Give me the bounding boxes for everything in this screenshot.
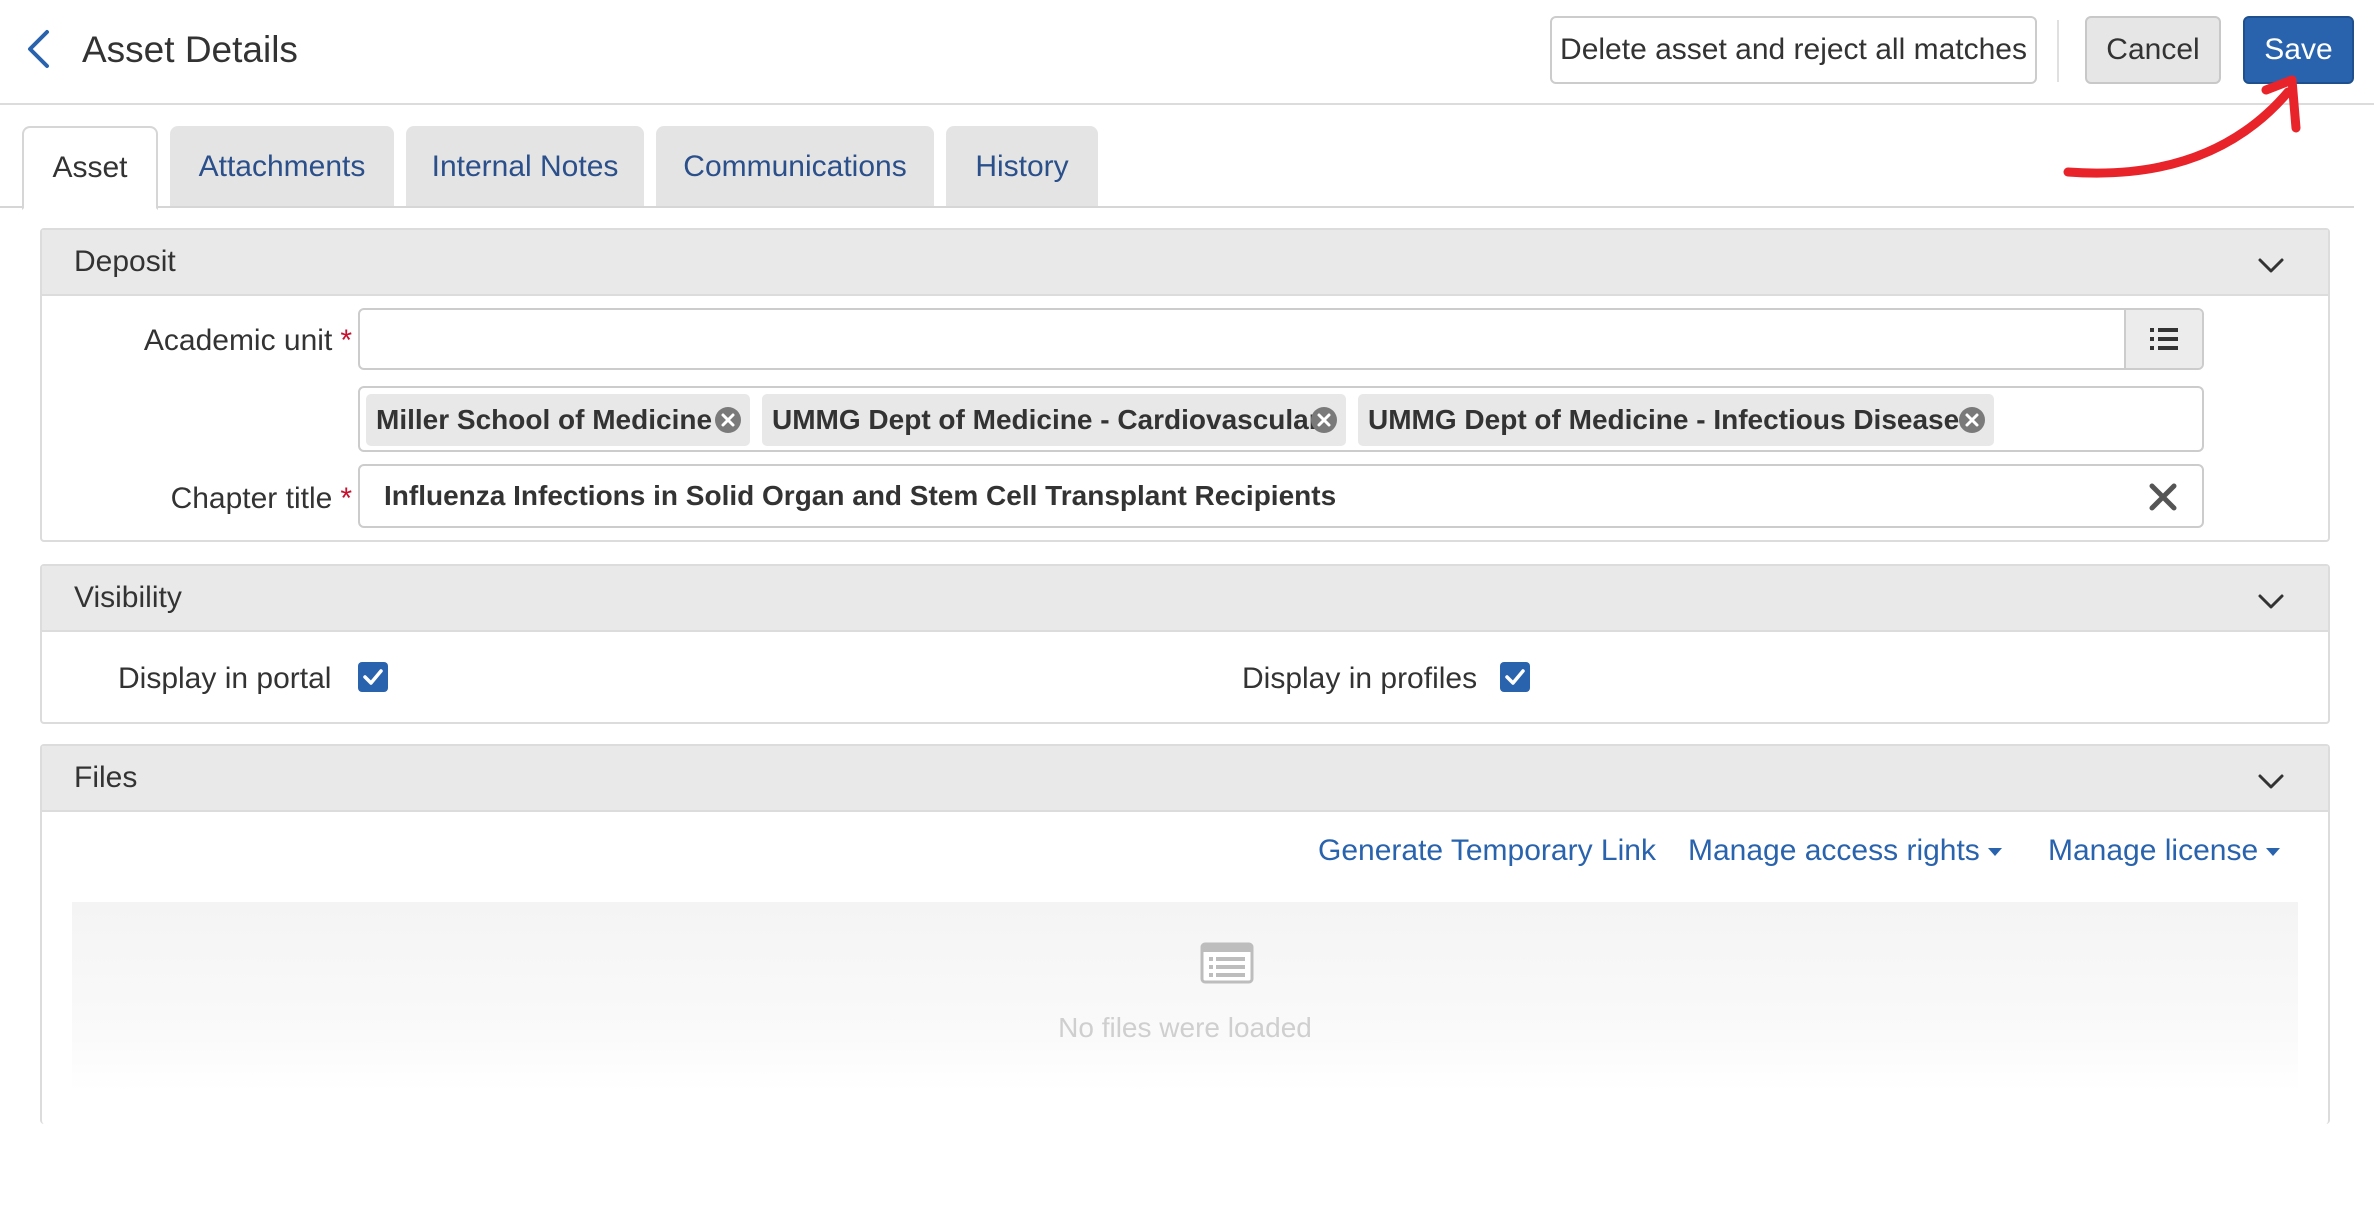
academic-unit-chips: Miller School of Medicine UMMG Dept of M… <box>358 386 2204 452</box>
caret-down-icon <box>1987 848 2002 857</box>
chevron-down-icon[interactable] <box>2256 766 2286 796</box>
annotation-arrow-icon <box>2063 75 2301 178</box>
display-in-portal-checkbox[interactable] <box>358 662 388 692</box>
manage-access-rights-dropdown[interactable]: Manage access rights <box>1688 834 2002 868</box>
remove-chip-icon[interactable] <box>1310 406 1338 434</box>
chapter-title-input[interactable]: Influenza Infections in Solid Organ and … <box>358 464 2204 528</box>
page-header: Asset Details Delete asset and reject al… <box>0 0 2374 105</box>
chip-infectious-diseases: UMMG Dept of Medicine - Infectious Disea… <box>1358 394 1994 446</box>
checkmark-icon <box>1505 669 1525 685</box>
tab-asset[interactable]: Asset <box>22 126 158 210</box>
display-in-profiles-checkbox[interactable] <box>1500 662 1530 692</box>
clear-icon[interactable] <box>2148 482 2178 512</box>
delete-asset-button[interactable]: Delete asset and reject all matches <box>1550 16 2037 84</box>
checkmark-icon <box>363 669 383 685</box>
chip-cardiovascular: UMMG Dept of Medicine - Cardiovascular <box>762 394 1346 446</box>
tabs-underline <box>0 206 2354 208</box>
files-section-header[interactable]: Files <box>42 746 2328 812</box>
tab-internal-notes[interactable]: Internal Notes <box>406 126 644 208</box>
generate-temporary-link[interactable]: Generate Temporary Link <box>1318 834 1656 868</box>
document-list-icon <box>1200 942 1254 984</box>
tab-communications[interactable]: Communications <box>656 126 934 208</box>
page-title: Asset Details <box>82 29 298 70</box>
chapter-title-label: Chapter title * <box>170 482 352 515</box>
list-icon <box>2150 328 2178 350</box>
files-section: Files Generate Temporary Link Manage acc… <box>40 744 2330 1124</box>
remove-chip-icon[interactable] <box>1958 406 1986 434</box>
caret-down-icon <box>2266 848 2281 857</box>
manage-license-dropdown[interactable]: Manage license <box>2048 834 2281 868</box>
academic-unit-input[interactable] <box>358 308 2204 370</box>
visibility-section-title: Visibility <box>74 581 182 614</box>
chevron-down-icon[interactable] <box>2256 586 2286 616</box>
files-section-title: Files <box>74 761 138 794</box>
display-in-portal-label: Display in portal <box>118 662 332 695</box>
required-mark: * <box>340 482 352 515</box>
academic-unit-picker-button[interactable] <box>2124 310 2202 368</box>
deposit-section-title: Deposit <box>74 245 176 278</box>
required-mark: * <box>340 324 352 357</box>
header-divider <box>2057 20 2059 82</box>
tab-attachments[interactable]: Attachments <box>170 126 394 208</box>
chevron-left-icon <box>28 30 49 68</box>
chip-miller-school: Miller School of Medicine <box>366 394 750 446</box>
chevron-down-icon[interactable] <box>2256 250 2286 280</box>
visibility-section: Visibility Display in portal Display in … <box>40 564 2330 724</box>
remove-chip-icon[interactable] <box>714 406 742 434</box>
files-empty-state: No files were loaded <box>72 902 2298 1092</box>
visibility-section-header[interactable]: Visibility <box>42 566 2328 632</box>
deposit-section: Deposit Academic unit * Miller School of … <box>40 228 2330 542</box>
back-button[interactable] <box>20 26 56 72</box>
files-empty-text: No files were loaded <box>1058 1012 1312 1043</box>
academic-unit-label: Academic unit * <box>143 324 352 357</box>
tab-history[interactable]: History <box>946 126 1098 208</box>
display-in-profiles-label: Display in profiles <box>1242 662 1478 695</box>
deposit-section-header[interactable]: Deposit <box>42 230 2328 296</box>
